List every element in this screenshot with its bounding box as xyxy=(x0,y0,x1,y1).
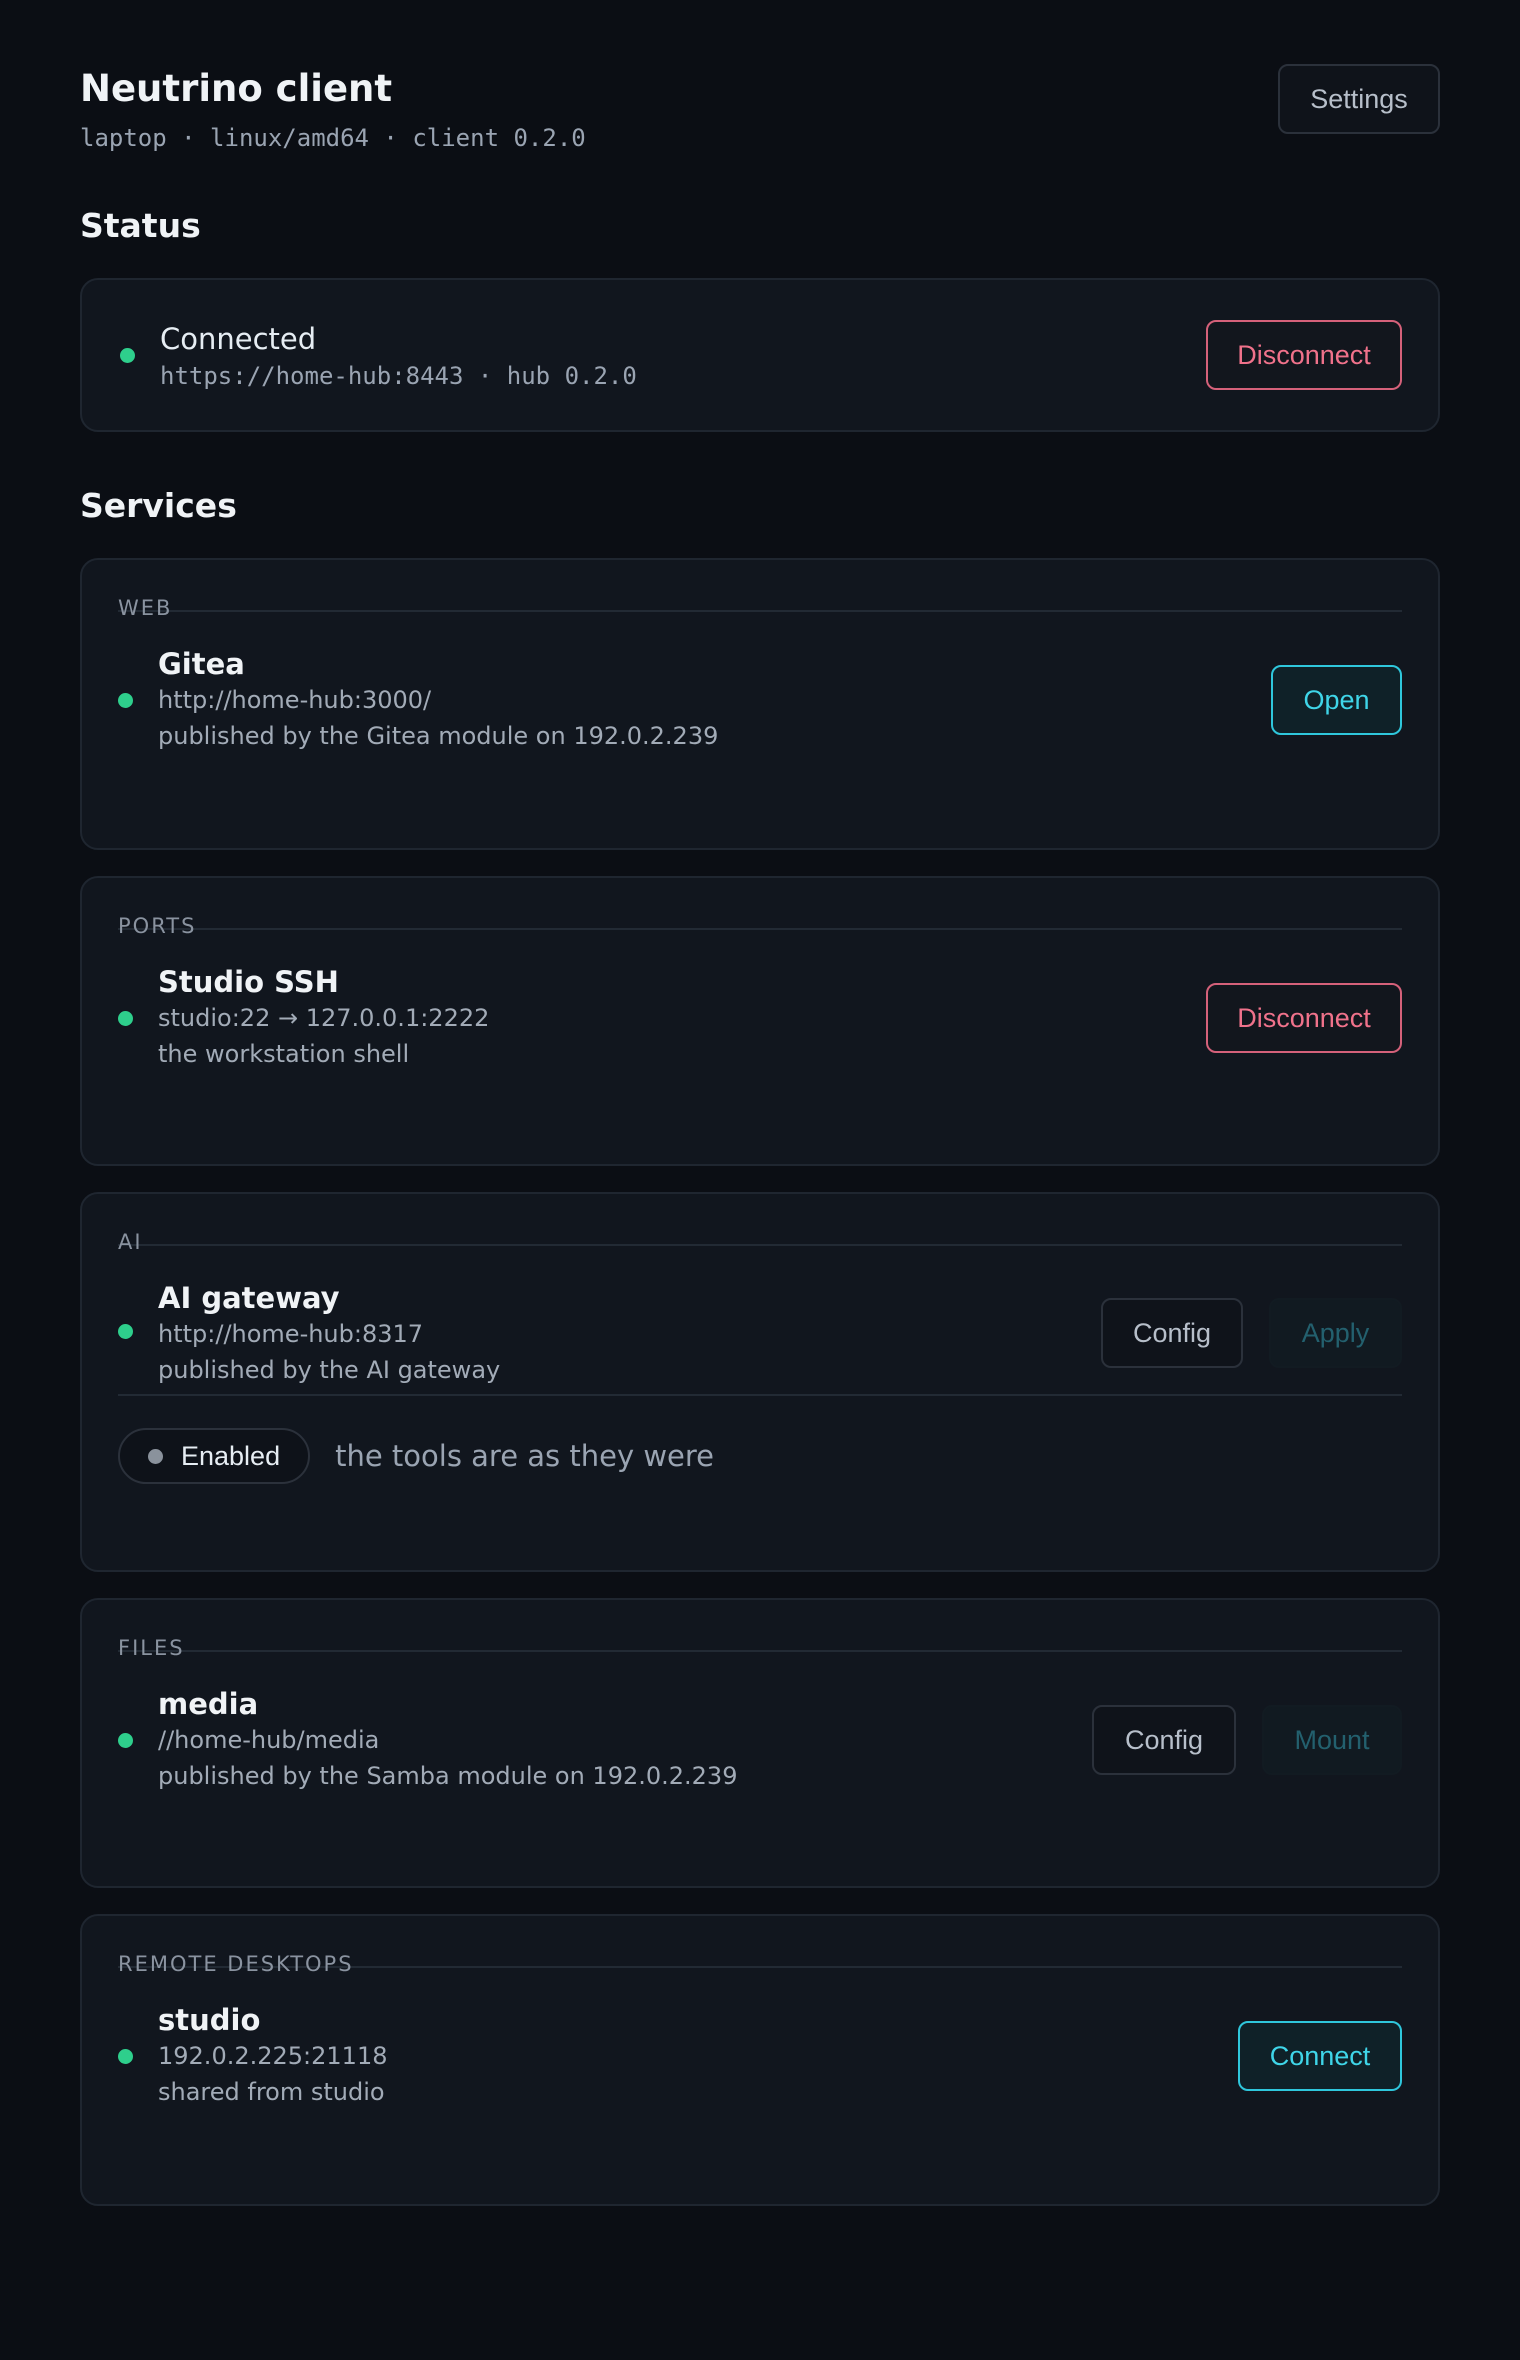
service-status-dot xyxy=(118,692,133,708)
service-info: media //home-hub/media published by the … xyxy=(158,1686,1092,1794)
service-url: http://home-hub:8317 xyxy=(158,1320,424,1348)
toggle-note: the tools are as they were xyxy=(335,1439,715,1473)
toggle-indicator xyxy=(148,1448,163,1464)
service-description: published by the AI gateway xyxy=(158,1356,501,1384)
service-status-dot xyxy=(118,2048,133,2064)
toggle-label: Enabled xyxy=(181,1440,281,1471)
service-name: studio xyxy=(158,2003,261,2037)
service-description: published by the Samba module on 192.0.2… xyxy=(158,1762,738,1790)
service-row: media //home-hub/media published by the … xyxy=(118,1686,1402,1794)
status-card: Connected https://home-hub:8443 · hub 0.… xyxy=(80,278,1440,432)
hub-endpoint: https://home-hub:8443 · hub 0.2.0 xyxy=(160,362,637,390)
status-text: Connected https://home-hub:8443 · hub 0.… xyxy=(160,320,1206,390)
service-url: http://home-hub:3000/ xyxy=(158,686,432,714)
category-label: REMOTE DESKTOPS xyxy=(118,1952,354,1976)
mount-button[interactable]: Mount xyxy=(1262,1705,1402,1775)
ports-service-card: PORTS Studio SSH studio:22 → 127.0.0.1:2… xyxy=(80,876,1440,1166)
port-mapping: studio:22 → 127.0.0.1:2222 xyxy=(158,1004,490,1032)
service-info: Studio SSH studio:22 → 127.0.0.1:2222 th… xyxy=(158,964,1206,1072)
service-row: Studio SSH studio:22 → 127.0.0.1:2222 th… xyxy=(118,964,1402,1072)
service-row: studio 192.0.2.225:21118 shared from stu… xyxy=(118,2002,1402,2110)
open-service-button[interactable]: Open xyxy=(1271,665,1402,735)
service-name: Gitea xyxy=(158,647,245,681)
services-section: Services WEB Gitea http://home-hub:3000/… xyxy=(80,484,1440,2206)
status-section-title: Status xyxy=(80,206,201,245)
web-service-card: WEB Gitea http://home-hub:3000/ publishe… xyxy=(80,558,1440,850)
service-description: shared from studio xyxy=(158,2078,385,2106)
category-label: WEB xyxy=(118,596,173,620)
divider xyxy=(118,1650,1402,1652)
files-service-card: FILES media //home-hub/media published b… xyxy=(80,1598,1440,1888)
service-row: Gitea http://home-hub:3000/ published by… xyxy=(118,646,1402,754)
toggle-row: Enabled the tools are as they were xyxy=(118,1396,1402,1516)
category-label: PORTS xyxy=(118,914,197,938)
disconnect-port-button[interactable]: Disconnect xyxy=(1206,983,1402,1053)
connect-desktop-button[interactable]: Connect xyxy=(1238,2021,1402,2091)
service-info: Gitea http://home-hub:3000/ published by… xyxy=(158,646,1271,754)
config-button[interactable]: Config xyxy=(1092,1705,1236,1775)
header-text: Neutrino client laptop · linux/amd64 · c… xyxy=(80,64,586,152)
status-section: Status Connected https://home-hub:8443 ·… xyxy=(80,204,1440,432)
enabled-toggle[interactable]: Enabled xyxy=(118,1428,311,1484)
disconnect-hub-button[interactable]: Disconnect xyxy=(1206,320,1402,390)
desktops-service-card: REMOTE DESKTOPS studio 192.0.2.225:21118… xyxy=(80,1914,1440,2206)
ai-service-card: AI AI gateway http://home-hub:8317 publi… xyxy=(80,1192,1440,1572)
service-info: studio 192.0.2.225:21118 shared from stu… xyxy=(158,2002,1238,2110)
config-button[interactable]: Config xyxy=(1101,1298,1243,1368)
divider xyxy=(118,928,1402,930)
service-name: Studio SSH xyxy=(158,965,339,999)
service-name: AI gateway xyxy=(158,1281,340,1315)
settings-button[interactable]: Settings xyxy=(1278,64,1440,134)
client-page: Neutrino client laptop · linux/amd64 · c… xyxy=(80,0,1440,2206)
service-description: the workstation shell xyxy=(158,1040,410,1068)
app-subtitle: laptop · linux/amd64 · client 0.2.0 xyxy=(80,124,586,152)
service-row: AI gateway http://home-hub:8317 publishe… xyxy=(118,1280,1402,1394)
page-header: Neutrino client laptop · linux/amd64 · c… xyxy=(80,64,1440,152)
service-description: published by the Gitea module on 192.0.2… xyxy=(158,722,719,750)
service-status-dot xyxy=(118,1010,133,1026)
category-label: FILES xyxy=(118,1636,185,1660)
apply-button[interactable]: Apply xyxy=(1269,1298,1402,1368)
desktop-address: 192.0.2.225:21118 xyxy=(158,2042,388,2070)
category-label: AI xyxy=(118,1230,143,1254)
service-info: AI gateway http://home-hub:8317 publishe… xyxy=(158,1280,1101,1388)
app-title: Neutrino client xyxy=(80,67,393,110)
divider xyxy=(118,1244,1402,1246)
connection-state: Connected xyxy=(160,322,317,356)
service-name: media xyxy=(158,1687,259,1721)
service-status-dot xyxy=(118,1732,133,1748)
services-section-title: Services xyxy=(80,486,237,525)
service-status-dot xyxy=(118,1324,133,1339)
connection-status-dot xyxy=(120,347,135,363)
divider xyxy=(118,610,1402,612)
share-path: //home-hub/media xyxy=(158,1726,380,1754)
